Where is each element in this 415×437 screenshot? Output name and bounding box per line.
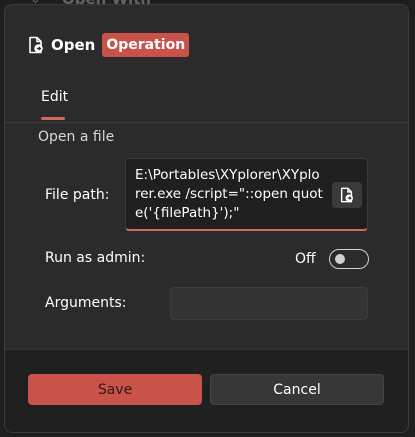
file-open-icon [29, 36, 43, 54]
toggle-knob [335, 254, 345, 264]
file-path-field[interactable]: E:\Portables\XYplorer\XYplorer.exe /scri… [125, 158, 368, 231]
browse-file-button[interactable] [332, 182, 362, 208]
operation-dialog: Open Operation Edit Open a file File pat… [4, 4, 409, 433]
tab-divider [5, 122, 408, 123]
arguments-label: Arguments: [45, 295, 127, 311]
run-as-admin-state: Off [295, 251, 316, 267]
dialog-header: Open Operation [27, 33, 190, 57]
section-title: Open a file [38, 129, 115, 145]
operation-badge: Operation [102, 33, 190, 57]
arguments-input[interactable] [170, 287, 368, 320]
run-as-admin-toggle[interactable] [329, 249, 369, 269]
file-path-value[interactable]: E:\Portables\XYplorer\XYplorer.exe /scri… [135, 166, 325, 223]
run-as-admin-label: Run as admin: [45, 250, 146, 266]
tab-selected-indicator [41, 117, 65, 120]
file-path-label: File path: [45, 187, 110, 203]
dialog-title: Open [51, 36, 96, 54]
cancel-button[interactable]: Cancel [210, 374, 384, 405]
tab-edit[interactable]: Edit [41, 89, 68, 105]
file-open-icon [340, 187, 353, 203]
save-button[interactable]: Save [28, 374, 202, 405]
